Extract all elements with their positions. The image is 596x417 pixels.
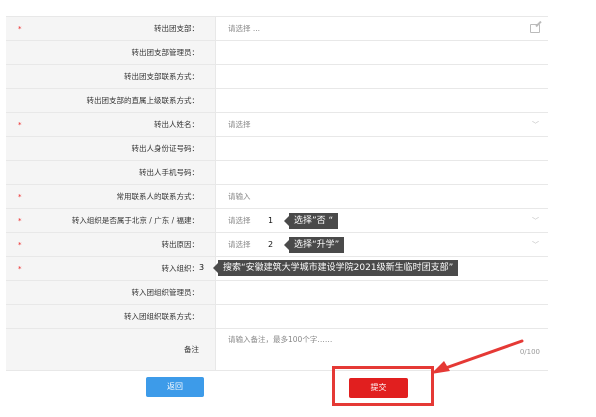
pointer-arrow-icon	[431, 339, 524, 374]
